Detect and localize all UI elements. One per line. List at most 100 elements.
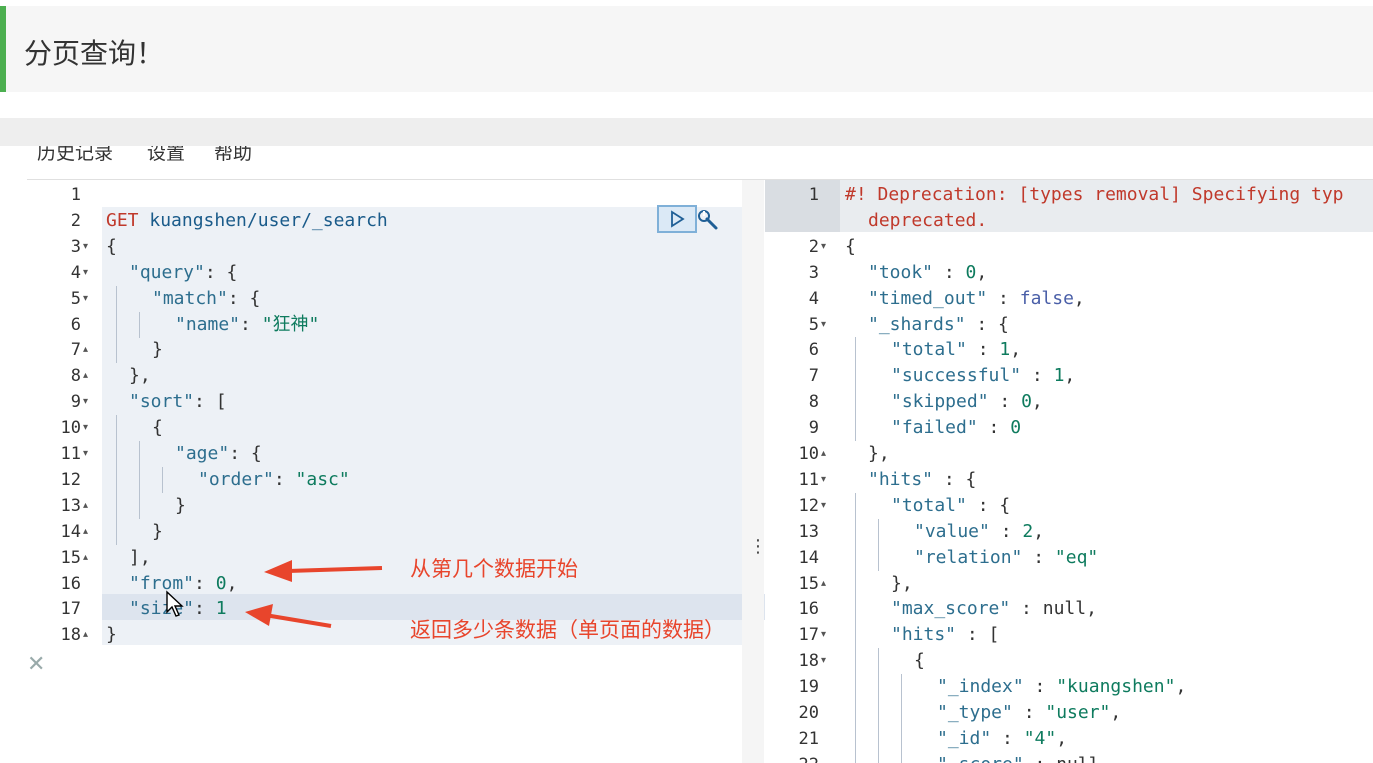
line-number: 16 — [60, 573, 81, 594]
line-number: 4 — [70, 262, 81, 283]
fold-collapse-icon[interactable]: ▾ — [83, 422, 88, 433]
fold-expand-icon[interactable]: ▴ — [83, 370, 88, 381]
code-token: GET — [106, 209, 150, 231]
fold-collapse-icon[interactable]: ▾ — [83, 267, 88, 278]
pane-divider[interactable]: ⋮ — [742, 180, 767, 763]
fold-collapse-icon[interactable]: ▾ — [821, 319, 826, 330]
code-line[interactable]: "max_score" : null, — [891, 596, 1097, 622]
code-line[interactable]: ], — [129, 545, 151, 571]
fold-collapse-icon[interactable]: ▾ — [821, 474, 826, 485]
fold-expand-icon[interactable]: ▴ — [83, 526, 88, 537]
code-line[interactable]: deprecated. — [868, 208, 987, 234]
code-line[interactable]: } — [175, 493, 186, 519]
code-token: { — [106, 235, 117, 257]
menu-settings[interactable]: 设置 — [147, 146, 185, 165]
section-heading: 分页查询！ — [0, 6, 1373, 92]
code-line[interactable]: "skipped" : 0, — [891, 389, 1043, 415]
fold-expand-icon[interactable]: ▴ — [821, 448, 826, 459]
line-number: 12 — [798, 495, 819, 516]
indent-guide — [901, 700, 902, 726]
code-line[interactable]: } — [152, 519, 163, 545]
send-request-button[interactable] — [657, 205, 697, 233]
fold-collapse-icon[interactable]: ▾ — [821, 655, 826, 666]
request-editor[interactable]: 1 2 GET kuangshen/user/_search 3 ▾{4 ▾ "query"… — [27, 180, 765, 763]
code-token: { — [845, 235, 856, 257]
line-number: 3 — [70, 236, 81, 257]
code-token: : { — [965, 313, 1009, 335]
code-line[interactable]: #! Deprecation: [types removal] Specifyi… — [845, 182, 1344, 208]
code-line[interactable]: "_type" : "user", — [937, 700, 1121, 726]
fold-collapse-icon[interactable]: ▾ — [83, 396, 88, 407]
wrench-button[interactable] — [695, 207, 721, 233]
code-line[interactable]: "age": { — [175, 441, 262, 467]
code-line[interactable]: "successful" : 1, — [891, 363, 1075, 389]
mouse-cursor-icon — [166, 590, 184, 617]
code-line[interactable]: "name": "狂神" — [175, 312, 319, 338]
code-line[interactable]: "timed_out" : false, — [868, 286, 1085, 312]
close-icon[interactable]: ✕ — [27, 652, 45, 677]
code-line[interactable]: { — [914, 648, 925, 674]
code-line[interactable]: } — [152, 337, 163, 363]
code-line[interactable]: }, — [891, 571, 913, 597]
indent-guide — [855, 544, 856, 571]
code-line[interactable]: "hits" : [ — [891, 622, 999, 648]
indent-guide — [116, 492, 117, 519]
code-token: "eq" — [1054, 546, 1099, 568]
code-line[interactable]: { — [106, 234, 117, 260]
code-line[interactable]: GET kuangshen/user/_search — [106, 208, 388, 234]
indent-guide — [139, 492, 140, 519]
indent-guide — [878, 751, 879, 763]
line-number: 2 — [70, 210, 81, 231]
code-line[interactable]: "relation" : "eq" — [914, 545, 1098, 571]
code-line[interactable]: "hits" : { — [868, 467, 976, 493]
fold-collapse-icon[interactable]: ▾ — [821, 241, 826, 252]
code-line[interactable]: "_index" : "kuangshen", — [937, 674, 1186, 700]
line-number: 15 — [798, 573, 819, 594]
code-line[interactable]: "match": { — [152, 286, 260, 312]
code-line[interactable]: "value" : 2, — [914, 519, 1044, 545]
fold-expand-icon[interactable]: ▴ — [83, 629, 88, 640]
code-line[interactable]: "_shards" : { — [868, 312, 1009, 338]
code-line[interactable]: "total" : 1, — [891, 337, 1021, 363]
code-token: "asc" — [295, 468, 350, 490]
indent-guide — [855, 622, 856, 649]
code-token: "successful" — [891, 365, 1022, 387]
code-line[interactable]: }, — [868, 441, 890, 467]
fold-collapse-icon[interactable]: ▾ — [83, 241, 88, 252]
indent-guide — [116, 441, 117, 467]
indent-guide — [855, 363, 856, 390]
fold-expand-icon[interactable]: ▴ — [83, 552, 88, 563]
code-line[interactable]: "failed" : 0 — [891, 415, 1021, 441]
indent-guide — [116, 285, 117, 312]
code-line[interactable]: "took" : 0, — [868, 260, 987, 286]
code-line[interactable]: { — [845, 234, 856, 260]
code-token: : [ — [956, 624, 1000, 646]
code-line[interactable]: { — [152, 415, 163, 441]
code-line[interactable]: "_score" : null — [937, 752, 1100, 763]
menu-history[interactable]: 历史记录 — [37, 146, 113, 165]
line-number: 5 — [70, 288, 81, 309]
code-line[interactable]: } — [106, 622, 117, 648]
line-number: 1 — [808, 185, 819, 205]
code-line[interactable]: "total" : { — [891, 493, 1010, 519]
code-token: "order" — [198, 468, 274, 490]
fold-expand-icon[interactable]: ▴ — [83, 500, 88, 511]
code-line[interactable]: "_id" : "4", — [937, 726, 1067, 752]
fold-collapse-icon[interactable]: ▾ — [821, 500, 826, 511]
code-line[interactable]: "sort": [ — [129, 389, 227, 415]
code-line[interactable]: "query": { — [129, 260, 237, 286]
menu-help[interactable]: 帮助 — [214, 146, 252, 165]
line-number: 18 — [60, 625, 81, 646]
code-token: "failed" — [891, 417, 978, 439]
line-number: 2 — [808, 236, 819, 257]
fold-collapse-icon[interactable]: ▾ — [821, 629, 826, 640]
fold-expand-icon[interactable]: ▴ — [821, 578, 826, 589]
code-line[interactable]: "order": "asc" — [198, 467, 350, 493]
fold-collapse-icon[interactable]: ▾ — [83, 448, 88, 459]
line-number: 4 — [808, 288, 819, 309]
fold-collapse-icon[interactable]: ▾ — [83, 293, 88, 304]
fold-expand-icon[interactable]: ▴ — [83, 344, 88, 355]
code-line[interactable]: }, — [129, 363, 151, 389]
line-number: 9 — [70, 392, 81, 413]
code-token: , — [1175, 676, 1187, 698]
